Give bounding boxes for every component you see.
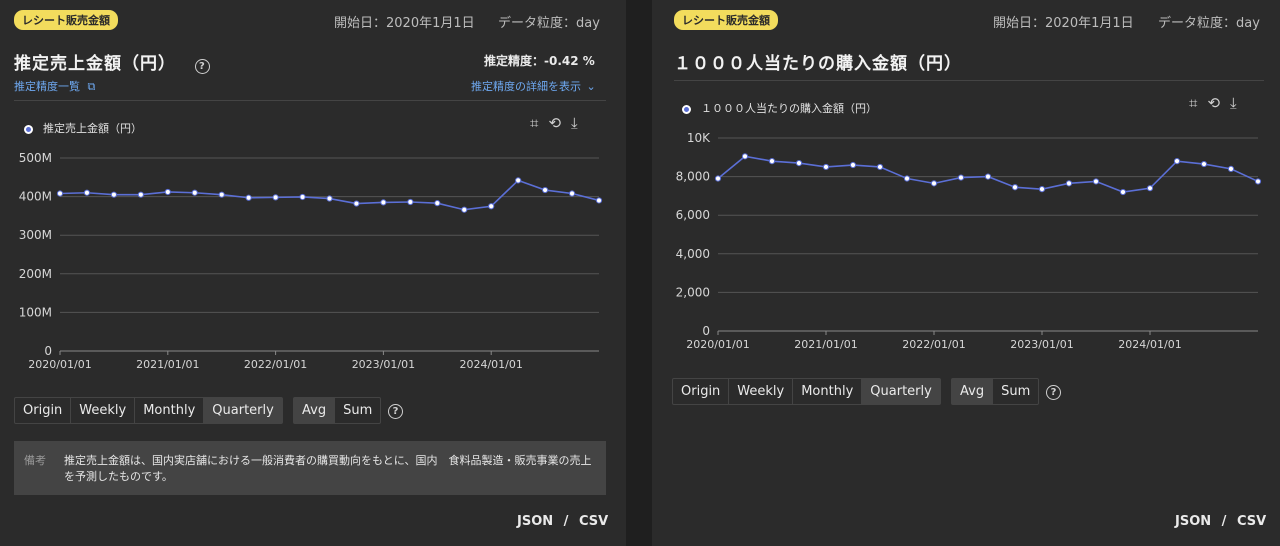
y-tick-label: 400M: [19, 190, 52, 204]
export-separator: /: [1221, 514, 1227, 529]
data-point[interactable]: [1254, 178, 1262, 185]
sum-button[interactable]: Sum: [335, 398, 380, 423]
data-point[interactable]: [542, 186, 549, 194]
right-period-buttons: Origin Weekly Monthly Quarterly: [672, 378, 941, 405]
left-export-links: JSON / CSV: [517, 514, 608, 529]
x-tick-label: 2023/01/01: [352, 358, 415, 371]
left-agg-buttons: Avg Sum: [293, 397, 382, 424]
x-tick-label: 2020/01/01: [28, 358, 91, 371]
data-point[interactable]: [714, 175, 722, 182]
data-point[interactable]: [741, 153, 749, 160]
origin-button[interactable]: Origin: [15, 398, 72, 423]
data-point[interactable]: [1092, 178, 1100, 185]
monthly-button[interactable]: Monthly: [793, 379, 863, 404]
data-point[interactable]: [1065, 180, 1073, 187]
y-tick-label: 500M: [19, 151, 52, 165]
left-panel: レシート販売金額 開始日：2020年1月1日 データ粒度：day 推定売上金額（…: [0, 0, 626, 546]
weekly-button[interactable]: Weekly: [71, 398, 136, 423]
right-export-links: JSON / CSV: [1175, 514, 1266, 529]
origin-button[interactable]: Origin: [673, 379, 730, 404]
data-point[interactable]: [515, 177, 522, 184]
panel-gutter: [626, 0, 652, 546]
data-point[interactable]: [83, 189, 91, 196]
right-panel: レシート販売金額 開始日：2020年1月1日 データ粒度：day １０００人当た…: [652, 0, 1280, 546]
data-point[interactable]: [795, 159, 803, 167]
data-point[interactable]: [930, 180, 938, 187]
data-point[interactable]: [1119, 188, 1127, 196]
data-point[interactable]: [1200, 160, 1208, 168]
left-period-buttons: Origin Weekly Monthly Quarterly: [14, 397, 283, 424]
help-icon[interactable]: ?: [1046, 385, 1061, 400]
data-point[interactable]: [1146, 185, 1154, 192]
y-tick-label: 4,000: [676, 247, 710, 261]
data-point[interactable]: [137, 191, 144, 198]
data-point[interactable]: [768, 158, 776, 165]
data-point[interactable]: [380, 199, 387, 206]
data-point[interactable]: [326, 195, 333, 202]
data-point[interactable]: [461, 206, 468, 213]
data-point[interactable]: [1173, 158, 1181, 165]
data-point[interactable]: [1011, 184, 1019, 191]
y-tick-label: 0: [44, 344, 52, 358]
y-tick-label: 6,000: [676, 208, 710, 222]
data-point[interactable]: [595, 197, 603, 204]
x-tick-label: 2022/01/01: [902, 338, 965, 351]
export-json-link[interactable]: JSON: [517, 514, 553, 529]
data-point[interactable]: [957, 174, 965, 181]
x-tick-label: 2022/01/01: [244, 358, 307, 371]
data-point[interactable]: [191, 189, 198, 196]
y-tick-label: 200M: [19, 267, 52, 281]
data-point[interactable]: [849, 161, 857, 169]
export-csv-link[interactable]: CSV: [1237, 514, 1266, 529]
y-tick-label: 8,000: [676, 170, 710, 184]
x-tick-label: 2021/01/01: [794, 338, 857, 351]
y-tick-label: 300M: [19, 228, 52, 242]
x-tick-label: 2024/01/01: [1118, 338, 1181, 351]
left-line-chart: 0 100M 200M 300M 400M 500M 2020/01/01 2021/01/0…: [19, 151, 603, 371]
x-tick-label: 2020/01/01: [686, 338, 749, 351]
avg-button[interactable]: Avg: [294, 398, 336, 423]
monthly-button[interactable]: Monthly: [135, 398, 205, 423]
data-point[interactable]: [822, 163, 830, 171]
data-point[interactable]: [1038, 186, 1046, 193]
avg-button[interactable]: Avg: [952, 379, 994, 404]
data-point[interactable]: [903, 175, 911, 182]
weekly-button[interactable]: Weekly: [729, 379, 794, 404]
y-tick-label: 100M: [19, 305, 52, 319]
x-tick-label: 2021/01/01: [136, 358, 199, 371]
help-icon[interactable]: ?: [388, 404, 403, 419]
quarterly-button[interactable]: Quarterly: [204, 398, 282, 423]
note-text: 推定売上金額は、国内実店舗における一般消費者の購買動向をもとに、国内 食料品製造…: [64, 454, 592, 483]
data-point[interactable]: [876, 163, 884, 171]
data-point[interactable]: [488, 203, 495, 210]
data-point[interactable]: [56, 190, 64, 197]
y-tick-label: 2,000: [676, 285, 710, 299]
y-tick-label: 10K: [687, 131, 711, 145]
data-point[interactable]: [110, 191, 118, 198]
data-point[interactable]: [434, 200, 441, 207]
right-line-chart: 0 2,000 4,000 6,000 8,000 10K 2020/01/01 2021/0…: [676, 131, 1262, 351]
x-tick-label: 2023/01/01: [1010, 338, 1073, 351]
data-point[interactable]: [218, 191, 225, 198]
export-separator: /: [563, 514, 569, 529]
y-tick-label: 0: [702, 324, 710, 338]
left-note-box: 備考 推定売上金額は、国内実店舗における一般消費者の購買動向をもとに、国内 食料…: [14, 441, 606, 495]
data-point[interactable]: [245, 194, 252, 201]
export-csv-link[interactable]: CSV: [579, 514, 608, 529]
data-point[interactable]: [984, 173, 992, 180]
data-point[interactable]: [299, 193, 306, 201]
data-point[interactable]: [353, 200, 360, 207]
export-json-link[interactable]: JSON: [1175, 514, 1211, 529]
sum-button[interactable]: Sum: [993, 379, 1038, 404]
data-point[interactable]: [272, 194, 279, 201]
data-point[interactable]: [407, 198, 414, 206]
quarterly-button[interactable]: Quarterly: [862, 379, 940, 404]
right-agg-buttons: Avg Sum: [951, 378, 1040, 405]
data-point[interactable]: [164, 188, 171, 196]
x-tick-label: 2024/01/01: [459, 358, 522, 371]
note-label: 備考: [24, 454, 46, 467]
data-point[interactable]: [568, 190, 576, 197]
data-point[interactable]: [1227, 165, 1235, 172]
